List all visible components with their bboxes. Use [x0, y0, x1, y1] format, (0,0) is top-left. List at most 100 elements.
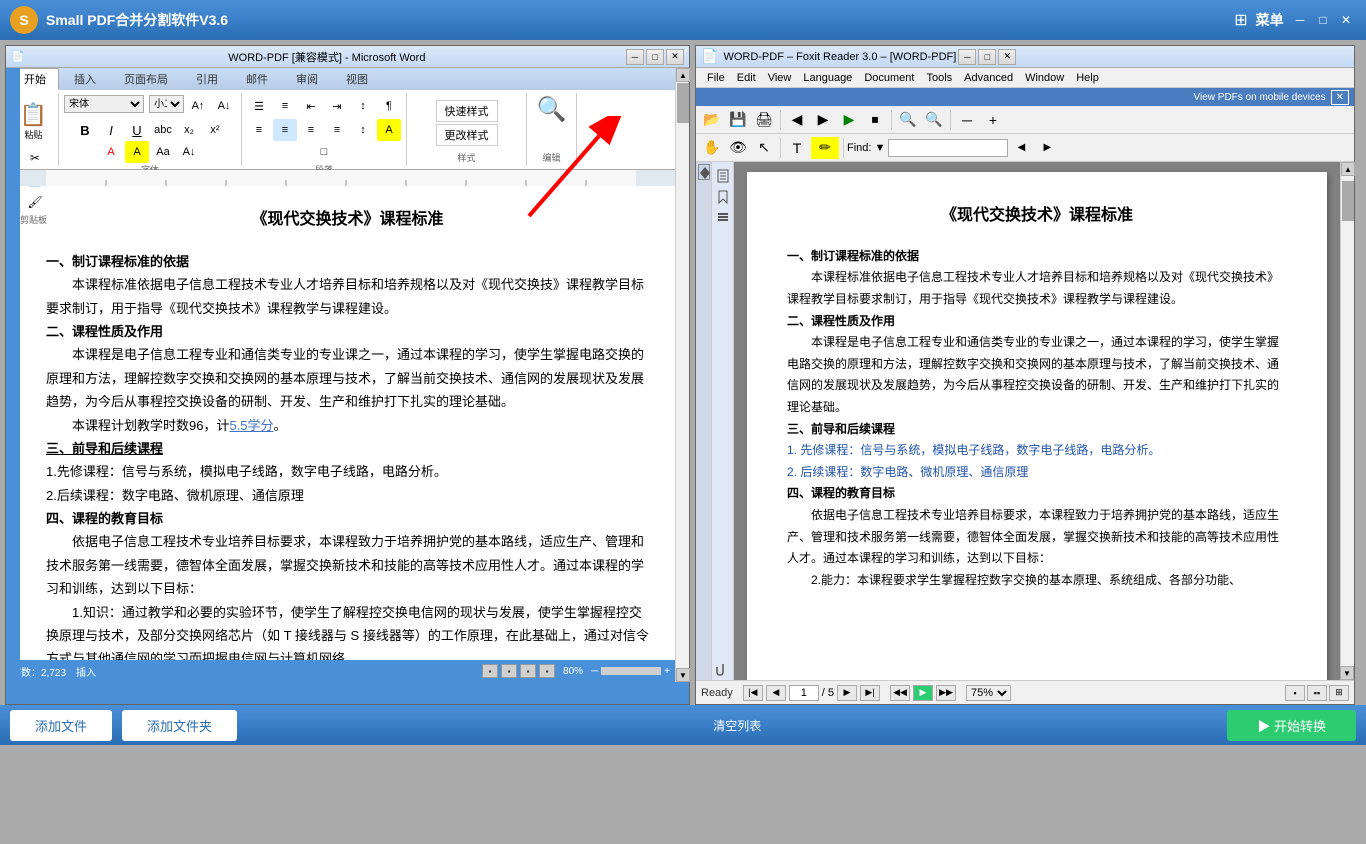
app-minimize-button[interactable]: ─	[1290, 10, 1310, 30]
select-tool-button[interactable]: ↖	[752, 137, 776, 159]
menu-label[interactable]: 菜单	[1256, 10, 1284, 30]
hand-tool-button[interactable]: ✋	[700, 137, 724, 159]
find-prev-button[interactable]: ◀	[1009, 137, 1033, 159]
word-view-layout-button[interactable]: ▪	[520, 664, 536, 678]
bullets-button[interactable]: ☰	[247, 95, 271, 117]
foxit-scroll-up-button[interactable]: ▲	[1341, 162, 1355, 176]
zoom-out-view-button[interactable]: 🔍	[922, 109, 946, 131]
format-painter-button[interactable]: 🖌	[23, 191, 47, 213]
foxit-banner-close[interactable]: ✕	[1331, 90, 1349, 105]
font-shrink-button[interactable]: A↓	[212, 95, 236, 117]
zoom-minus-button[interactable]: ─	[955, 109, 979, 131]
align-left-button[interactable]: ≡	[247, 119, 271, 141]
forward-button[interactable]: ▶	[811, 109, 835, 131]
foxit-ff-button[interactable]: ▶▶	[936, 685, 956, 701]
app-maximize-button[interactable]: □	[1313, 10, 1333, 30]
snapshot-button[interactable]: 👁	[726, 137, 750, 159]
find-input[interactable]	[888, 139, 1008, 157]
grid-icon[interactable]: ⊞	[1234, 10, 1247, 30]
save-file-button[interactable]: 💾	[726, 109, 750, 131]
foxit-menu-file[interactable]: File	[701, 70, 731, 86]
indent-button[interactable]: ⇥	[325, 95, 349, 117]
highlight-tool-button[interactable]: ✏	[811, 137, 839, 159]
outdent-button[interactable]: ⇤	[299, 95, 323, 117]
find-next-button[interactable]: ▶	[1035, 137, 1059, 159]
nav-arrows-button[interactable]	[698, 164, 710, 180]
foxit-scrollbar[interactable]: ▲ ▼	[1340, 162, 1354, 682]
word-close-button[interactable]: ✕	[666, 49, 684, 65]
open-file-button[interactable]: 📂	[700, 109, 724, 131]
sidebar-bookmark-button[interactable]	[714, 188, 732, 206]
strikethrough-button[interactable]: abc	[151, 119, 175, 141]
foxit-next-page-button[interactable]: ▶	[837, 685, 857, 701]
sidebar-attachment-button[interactable]	[714, 661, 732, 679]
font-grow-button[interactable]: A↑	[186, 95, 210, 117]
foxit-content-scroll[interactable]: 《现代交换技术》课程标准 一、制订课程标准的依据 本课程标准依据电子信息工程技术…	[734, 162, 1340, 682]
word-scrollbar[interactable]: ▲ ▼	[675, 68, 689, 682]
foxit-two-page-button[interactable]: ▪▪	[1307, 685, 1327, 701]
foxit-zoom-select[interactable]: 75% 50% 100% 125%	[966, 685, 1011, 701]
foxit-scroll-down-button[interactable]: ▼	[1340, 666, 1354, 680]
foxit-prev-page-button[interactable]: ◀	[766, 685, 786, 701]
bold-button[interactable]: B	[73, 119, 97, 141]
show-hide-button[interactable]: ¶	[377, 95, 401, 117]
word-minimize-button[interactable]: ─	[626, 49, 644, 65]
zoom-in-view-button[interactable]: 🔍	[896, 109, 920, 131]
find-button[interactable]: 🔍	[537, 95, 567, 124]
scroll-down-button[interactable]: ▼	[676, 668, 690, 682]
app-close-button[interactable]: ✕	[1336, 10, 1356, 30]
foxit-close-button[interactable]: ✕	[998, 49, 1016, 65]
foxit-play-pdf-button[interactable]: ▶	[913, 685, 933, 701]
word-tab-邮件[interactable]: 邮件	[233, 68, 281, 90]
foxit-minimize-button[interactable]: ─	[958, 49, 976, 65]
scroll-thumb[interactable]	[677, 83, 689, 123]
foxit-menu-window[interactable]: Window	[1019, 70, 1070, 86]
foxit-restore-button[interactable]: □	[978, 49, 996, 65]
foxit-scroll-thumb[interactable]	[1342, 181, 1354, 221]
word-tab-视图[interactable]: 视图	[333, 68, 381, 90]
foxit-page-input[interactable]	[789, 685, 819, 701]
foxit-first-page-button[interactable]: |◀	[743, 685, 763, 701]
sort-button[interactable]: ↕	[351, 95, 375, 117]
zoom-plus-button[interactable]: +	[981, 109, 1005, 131]
word-maximize-button[interactable]: □	[646, 49, 664, 65]
highlight-button[interactable]: A	[125, 141, 149, 163]
foxit-menu-help[interactable]: Help	[1070, 70, 1105, 86]
foxit-menu-language[interactable]: Language	[797, 70, 858, 86]
font-size-select[interactable]: 小二	[149, 95, 184, 113]
play-button[interactable]: ▶	[837, 109, 861, 131]
underline-button[interactable]: U	[125, 119, 149, 141]
foxit-menu-tools[interactable]: Tools	[920, 70, 958, 86]
font-name-select[interactable]: 宋体	[64, 95, 144, 113]
typewriter-button[interactable]: T	[785, 137, 809, 159]
cut-button[interactable]: ✂	[23, 147, 47, 169]
word-view-outline-button[interactable]: ▪	[539, 664, 555, 678]
find-dropdown-icon[interactable]: ▼	[874, 142, 885, 154]
clear-format-button[interactable]: Aa	[151, 141, 175, 163]
quick-styles-button[interactable]: 更改样式	[436, 124, 498, 146]
foxit-single-page-button[interactable]: ▪	[1285, 685, 1305, 701]
shading-button[interactable]: A	[377, 119, 401, 141]
word-tab-插入[interactable]: 插入	[61, 68, 109, 90]
foxit-last-page-button[interactable]: ▶|	[860, 685, 880, 701]
align-right-button[interactable]: ≡	[299, 119, 323, 141]
foxit-rewind-button[interactable]: ◀◀	[890, 685, 910, 701]
start-convert-button[interactable]: ▶ 开始转换	[1227, 710, 1356, 741]
numbering-button[interactable]: ≡	[273, 95, 297, 117]
print-button[interactable]: 🖨	[752, 109, 776, 131]
back-button[interactable]: ◀	[785, 109, 809, 131]
word-tab-页面布局[interactable]: 页面布局	[111, 68, 181, 90]
zoom-slider[interactable]	[601, 667, 661, 675]
justify-button[interactable]: ≡	[325, 119, 349, 141]
font-color-button[interactable]: A	[99, 141, 123, 163]
word-tab-审阅[interactable]: 审阅	[283, 68, 331, 90]
line-spacing-button[interactable]: ↕	[351, 119, 375, 141]
subscript-button[interactable]: x₂	[177, 119, 201, 141]
foxit-menu-view[interactable]: View	[762, 70, 798, 86]
sidebar-page-thumb-button[interactable]	[714, 167, 732, 185]
text-effect-button[interactable]: A↓	[177, 141, 201, 163]
border-button[interactable]: □	[312, 141, 336, 163]
stop-button[interactable]: ⏹	[863, 109, 887, 131]
foxit-menu-document[interactable]: Document	[858, 70, 920, 86]
italic-button[interactable]: I	[99, 119, 123, 141]
